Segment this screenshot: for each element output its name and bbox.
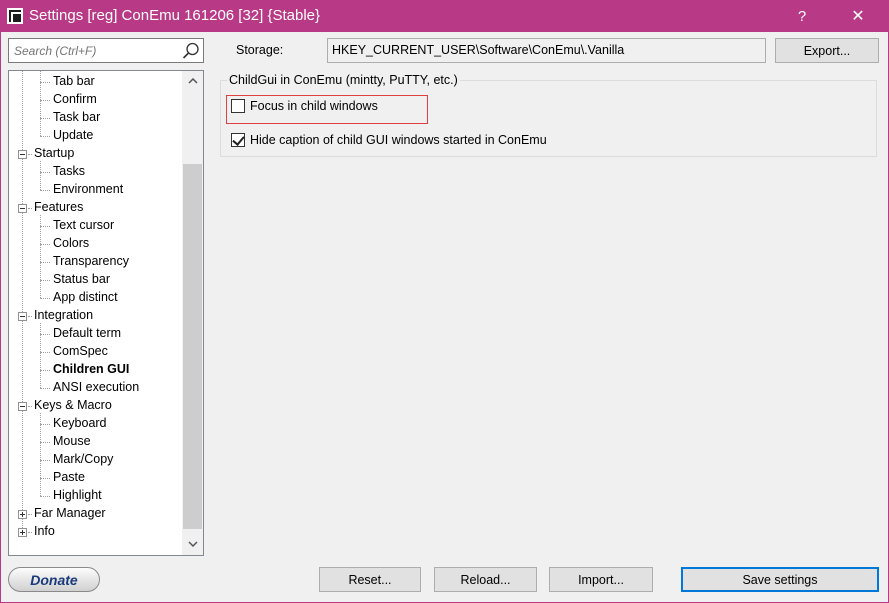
tree-connector bbox=[40, 478, 50, 479]
tree-item[interactable]: Paste bbox=[51, 469, 87, 487]
tree-item[interactable]: Confirm bbox=[51, 91, 99, 109]
tree-item[interactable]: Tab bar bbox=[51, 73, 97, 91]
collapse-minus-icon[interactable] bbox=[18, 312, 27, 321]
tree-connector bbox=[40, 161, 41, 190]
search-box bbox=[8, 38, 204, 63]
tree-item[interactable]: Task bar bbox=[51, 109, 102, 127]
tree-connector bbox=[40, 352, 50, 353]
tree-connector bbox=[40, 215, 41, 298]
help-button[interactable]: ? bbox=[779, 0, 825, 32]
storage-label: Storage: bbox=[236, 43, 284, 57]
hide-caption-label[interactable]: Hide caption of child GUI windows starte… bbox=[250, 133, 547, 147]
window-border-left bbox=[0, 32, 1, 603]
tree-item[interactable]: Update bbox=[51, 127, 95, 145]
tree-item[interactable]: Children GUI bbox=[51, 361, 131, 379]
collapse-minus-icon[interactable] bbox=[18, 150, 27, 159]
tree-item[interactable]: Mouse bbox=[51, 433, 93, 451]
search-icon[interactable] bbox=[181, 41, 201, 61]
tree-connector bbox=[40, 388, 50, 389]
focus-child-label[interactable]: Focus in child windows bbox=[250, 99, 378, 113]
tree-connector bbox=[40, 100, 50, 101]
tree-item[interactable]: Startup bbox=[32, 145, 76, 163]
expand-plus-icon[interactable] bbox=[18, 510, 27, 519]
tree-connector bbox=[40, 244, 50, 245]
donate-button[interactable]: Donate bbox=[8, 567, 100, 592]
tree-item[interactable]: Far Manager bbox=[32, 505, 108, 523]
childgui-group-title: ChildGui in ConEmu (mintty, PuTTY, etc.) bbox=[227, 73, 460, 87]
tree-item[interactable]: Highlight bbox=[51, 487, 104, 505]
tree-connector bbox=[40, 424, 50, 425]
tree-connector bbox=[40, 496, 50, 497]
reset-button[interactable]: Reset... bbox=[319, 567, 421, 592]
tree-connector bbox=[40, 323, 41, 388]
save-settings-button[interactable]: Save settings bbox=[681, 567, 879, 592]
conemu-app-icon[interactable] bbox=[7, 8, 23, 24]
close-button[interactable]: ✕ bbox=[835, 0, 881, 32]
tree-item[interactable]: Tasks bbox=[51, 163, 87, 181]
tree-connector bbox=[40, 71, 41, 136]
window-title: Settings [reg] ConEmu 161206 [32] {Stabl… bbox=[29, 7, 321, 24]
collapse-minus-icon[interactable] bbox=[18, 402, 27, 411]
tree-item[interactable]: ANSI execution bbox=[51, 379, 141, 397]
collapse-minus-icon[interactable] bbox=[18, 204, 27, 213]
export-button[interactable]: Export... bbox=[775, 38, 879, 63]
scroll-down-icon[interactable] bbox=[182, 535, 203, 553]
tree-connector bbox=[22, 71, 23, 528]
tree-scrollbar[interactable] bbox=[182, 71, 203, 555]
tree-item[interactable]: Integration bbox=[32, 307, 95, 325]
tree-connector bbox=[40, 413, 41, 496]
search-input[interactable] bbox=[12, 41, 177, 60]
tree-connector bbox=[40, 226, 50, 227]
tree-connector bbox=[40, 190, 50, 191]
tree-connector bbox=[40, 460, 50, 461]
storage-path-field[interactable]: HKEY_CURRENT_USER\Software\ConEmu\.Vanil… bbox=[327, 38, 766, 63]
tree-connector bbox=[40, 82, 50, 83]
tree-item[interactable]: Status bar bbox=[51, 271, 112, 289]
tree-item[interactable]: Colors bbox=[51, 235, 91, 253]
tree-connector bbox=[40, 136, 50, 137]
tree-item[interactable]: Default term bbox=[51, 325, 123, 343]
hide-caption-checkbox[interactable] bbox=[231, 133, 245, 147]
tree-item[interactable]: Keys & Macro bbox=[32, 397, 114, 415]
tree-item[interactable]: App distinct bbox=[51, 289, 120, 307]
tree-item[interactable]: Mark/Copy bbox=[51, 451, 115, 469]
tree-connector bbox=[40, 118, 50, 119]
tree-item[interactable]: Environment bbox=[51, 181, 125, 199]
tree-connector bbox=[40, 172, 50, 173]
tree-connector bbox=[40, 334, 50, 335]
tree-item[interactable]: ComSpec bbox=[51, 343, 110, 361]
tree-connector bbox=[40, 370, 50, 371]
tree-connector bbox=[40, 442, 50, 443]
tree-item[interactable]: Text cursor bbox=[51, 217, 116, 235]
tree-item[interactable]: Transparency bbox=[51, 253, 131, 271]
title-bar: Settings [reg] ConEmu 161206 [32] {Stabl… bbox=[0, 0, 889, 32]
close-icon: ✕ bbox=[851, 8, 865, 25]
tree-connector bbox=[40, 280, 50, 281]
tree-item[interactable]: Info bbox=[32, 523, 57, 541]
scroll-thumb[interactable] bbox=[183, 164, 202, 529]
tree-item[interactable]: Keyboard bbox=[51, 415, 109, 433]
tree-connector bbox=[40, 262, 50, 263]
focus-child-checkbox[interactable] bbox=[231, 99, 245, 113]
settings-tree: Tab bar Confirm Task bar Update Startup Tasks… bbox=[8, 70, 204, 556]
scroll-up-icon[interactable] bbox=[182, 72, 203, 90]
reload-button[interactable]: Reload... bbox=[434, 567, 537, 592]
import-button[interactable]: Import... bbox=[549, 567, 653, 592]
tree-connector bbox=[40, 298, 50, 299]
expand-plus-icon[interactable] bbox=[18, 528, 27, 537]
